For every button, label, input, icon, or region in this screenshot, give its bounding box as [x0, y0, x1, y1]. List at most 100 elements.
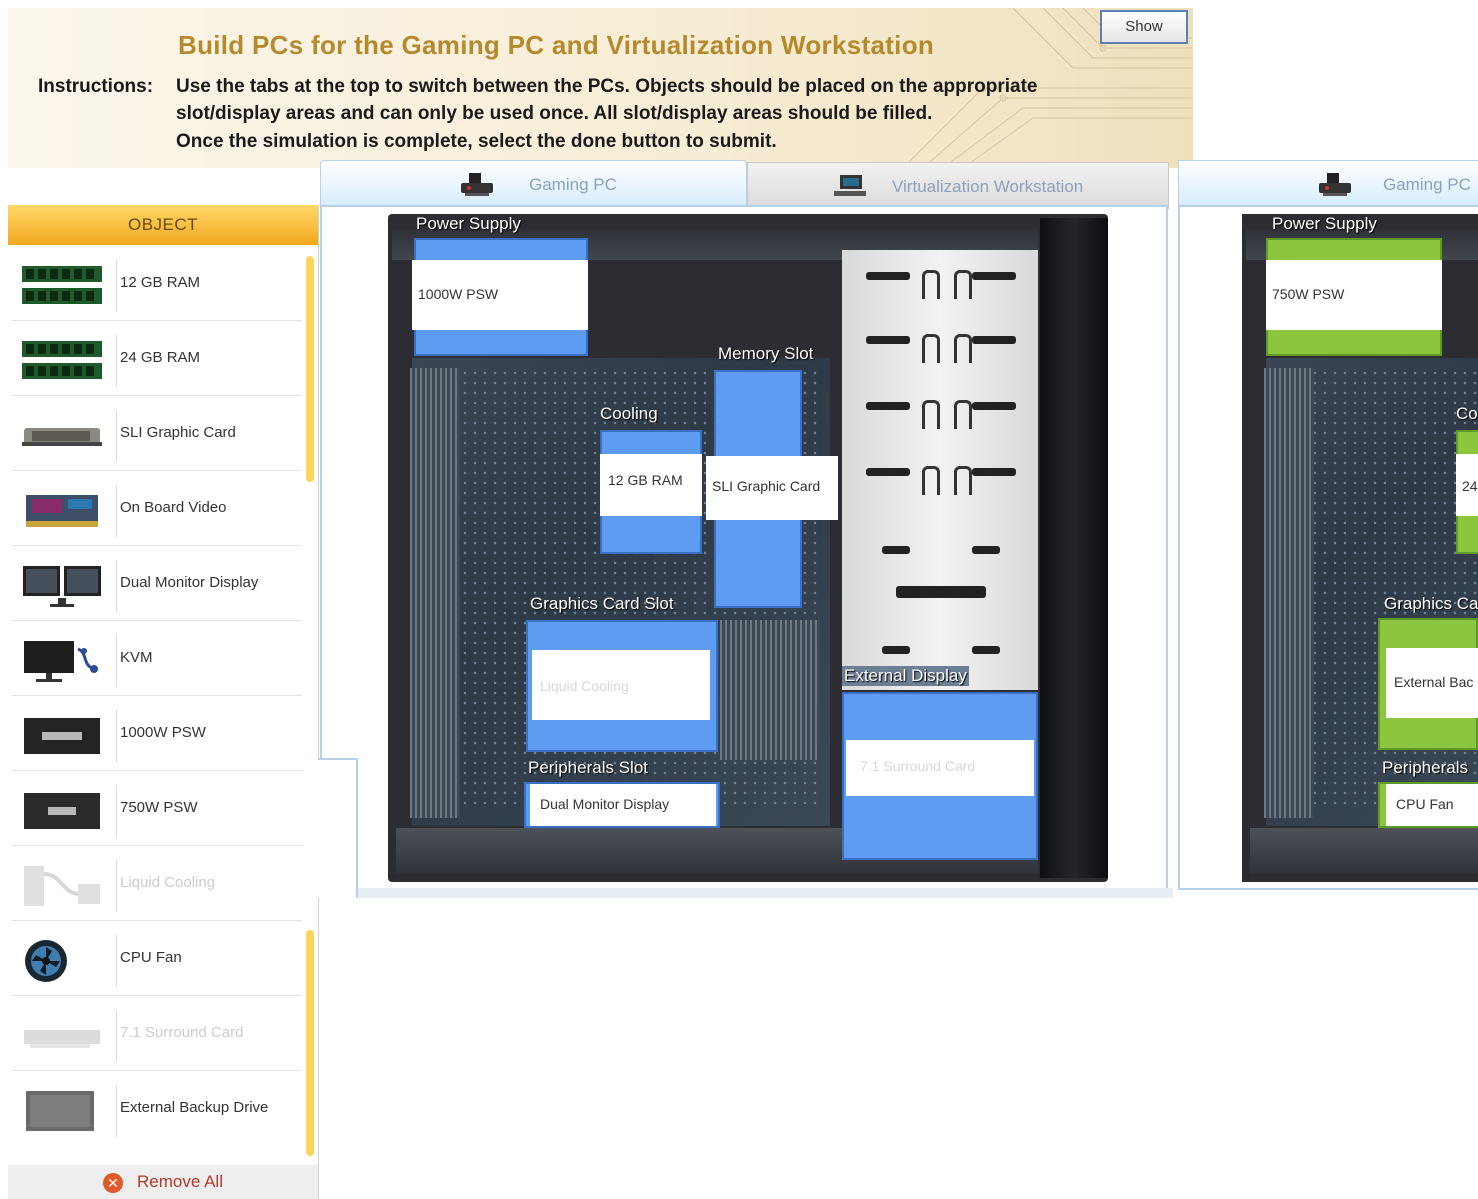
divider [116, 635, 117, 687]
object-item-on-board-video[interactable]: On Board Video [12, 475, 302, 546]
instructions-line: Once the simulation is complete, select … [176, 131, 777, 152]
tab-virtualization-workstation[interactable]: Virtualization Workstation [747, 162, 1169, 209]
power-supply-label: Power Supply [416, 214, 521, 233]
divider [116, 260, 117, 312]
tab-gaming-pc[interactable]: Gaming PC [320, 160, 747, 207]
placed-object[interactable]: CPU Fan [1386, 784, 1478, 826]
placed-object-label: 1000W PSW [418, 286, 499, 302]
placed-object[interactable]: 750W PSW [1266, 260, 1442, 330]
object-label: Dual Monitor Display [120, 574, 259, 591]
graphics-card-icon [22, 428, 102, 446]
placed-object[interactable]: External Bac [1386, 648, 1478, 718]
case-bottom [1250, 828, 1478, 874]
divider [116, 1085, 117, 1137]
divider [116, 710, 117, 762]
object-item-liquid-cooling[interactable]: Liquid Cooling [12, 850, 302, 921]
scrollbar-thumb[interactable] [306, 256, 314, 482]
peripherals-slot-label: Peripherals Slot [528, 758, 649, 777]
object-item-24gb-ram[interactable]: 24 GB RAM [12, 325, 302, 396]
graphics-card-slot-label: Graphics Card Slot [530, 594, 674, 613]
object-label: On Board Video [120, 499, 227, 516]
psu-icon [24, 793, 100, 829]
placed-object[interactable]: Dual Monitor Display [530, 784, 716, 826]
panel-bottom-edge [358, 888, 1173, 898]
object-label: 1000W PSW [120, 724, 206, 741]
psu-icon [24, 718, 100, 754]
cooling-label: Co [1456, 404, 1478, 423]
object-list-header: OBJECT [8, 205, 318, 245]
object-item-dual-monitor-display[interactable]: Dual Monitor Display [12, 550, 302, 621]
object-label: External Backup Drive [120, 1099, 269, 1116]
workstation-icon [834, 175, 866, 196]
placed-object-label: CPU Fan [1396, 796, 1454, 812]
cooling-label: Cooling [600, 404, 658, 423]
liquid-cooling-icon [24, 866, 100, 906]
expansion-slots [1264, 368, 1314, 818]
object-item-sli-graphic-card[interactable]: SLI Graphic Card [12, 400, 302, 471]
object-item-1000w-psw[interactable]: 1000W PSW [12, 700, 302, 771]
graphics-card-slot-label: Graphics Ca [1384, 594, 1478, 613]
object-label: 24 GB RAM [120, 349, 201, 366]
placed-object-label: Dual Monitor Display [540, 796, 670, 812]
case-side-panel [1040, 218, 1108, 878]
divider [116, 485, 117, 537]
remove-all-button[interactable]: ✕ Remove All [8, 1165, 318, 1199]
remove-all-label: Remove All [137, 1172, 223, 1191]
object-item-kvm[interactable]: KVM [12, 625, 302, 696]
cpu-fan-icon [25, 940, 67, 982]
sound-card-icon [24, 1030, 100, 1048]
memory-slot-label: Memory Slot [718, 344, 814, 363]
scrollbar-thumb[interactable] [306, 930, 314, 1156]
placed-object[interactable]: SLI Graphic Card [706, 456, 838, 520]
remove-icon: ✕ [103, 1172, 123, 1193]
external-display-label: External Display [842, 666, 969, 686]
object-label: CPU Fan [120, 949, 182, 966]
object-label: SLI Graphic Card [120, 424, 236, 441]
tab-label: Gaming PC [529, 175, 617, 194]
object-label: 12 GB RAM [120, 274, 201, 291]
instructions-line: slot/display areas and can only be used … [176, 103, 933, 124]
placed-object-label: Liquid Cooling [540, 678, 629, 694]
placed-object[interactable]: 7.1 Surround Card [846, 740, 1034, 796]
divider [116, 410, 117, 462]
peripherals-slot-label: Peripherals [1382, 758, 1468, 777]
placed-object-label: 750W PSW [1272, 286, 1345, 302]
panel-notch [318, 758, 358, 898]
gaming-pc-icon [1319, 173, 1351, 196]
ram-icon [22, 341, 102, 379]
placed-object[interactable]: 24 [1456, 454, 1478, 516]
placed-object-label: 7.1 Surround Card [860, 758, 976, 774]
instructions-line: Use the tabs at the top to switch betwee… [176, 76, 1038, 97]
object-item-12gb-ram[interactable]: 12 GB RAM [12, 250, 302, 321]
placed-object-label: SLI Graphic Card [712, 478, 821, 494]
gaming-pc-icon [461, 173, 493, 196]
tab-label: Virtualization Workstation [892, 177, 1084, 196]
object-label: 7.1 Surround Card [120, 1024, 244, 1041]
divider [116, 560, 117, 612]
placed-object[interactable]: 12 GB RAM [600, 454, 702, 516]
divider [116, 935, 117, 987]
expansion-slots [410, 368, 460, 818]
tab-gaming-pc[interactable]: Gaming PC [1178, 160, 1478, 206]
object-item-7-1-surround-card[interactable]: 7.1 Surround Card [12, 1000, 302, 1071]
object-item-750w-psw[interactable]: 750W PSW [12, 775, 302, 846]
show-button[interactable]: Show [1100, 10, 1188, 44]
object-item-cpu-fan[interactable]: CPU Fan [12, 925, 302, 996]
motherboard-icon [26, 495, 98, 527]
object-item-external-backup-drive[interactable]: External Backup Drive [12, 1075, 302, 1145]
placed-object-label: 12 GB RAM [608, 472, 683, 488]
chipset-heatsink [720, 620, 820, 760]
placed-object-label: 24 [1462, 478, 1478, 494]
kvm-icon [24, 641, 98, 682]
drive-bays [842, 250, 1038, 690]
placed-object[interactable]: Liquid Cooling [532, 650, 710, 720]
object-label: Liquid Cooling [120, 874, 216, 891]
page-title: Build PCs for the Gaming PC and Virtuali… [178, 30, 935, 60]
object-label: KVM [120, 649, 153, 666]
tab-label: Gaming PC [1383, 175, 1471, 194]
placed-object[interactable]: 1000W PSW [412, 260, 588, 330]
divider [116, 785, 117, 837]
divider [116, 860, 117, 912]
placed-object-label: External Bac [1394, 674, 1474, 690]
ram-icon [22, 266, 102, 304]
